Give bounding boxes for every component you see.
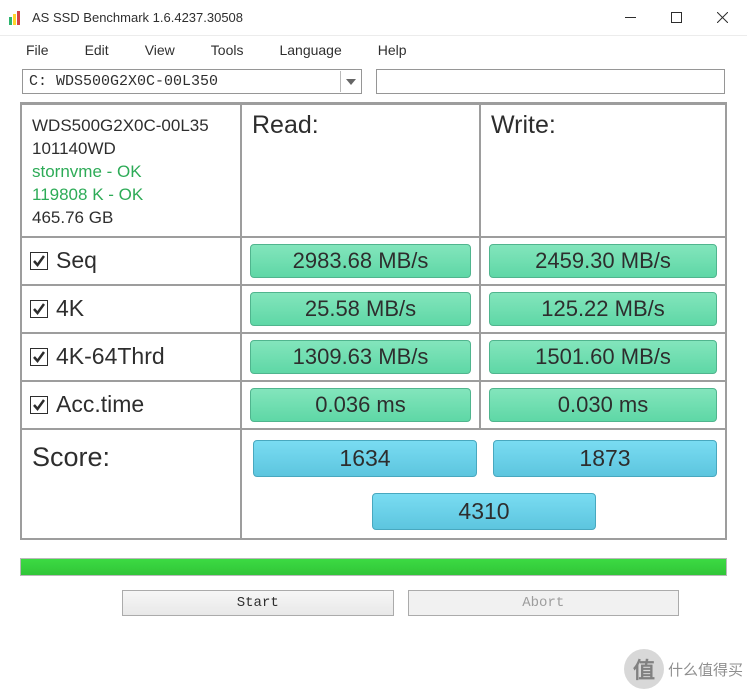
maximize-button[interactable] xyxy=(653,2,699,34)
acc-read-value: 0.036 ms xyxy=(250,388,471,422)
watermark-text: 什么值得买 xyxy=(668,659,743,680)
label-4k: 4K xyxy=(56,295,84,322)
seq-read-value: 2983.68 MB/s xyxy=(250,244,471,278)
menu-edit[interactable]: Edit xyxy=(85,42,109,58)
device-capacity: 465.76 GB xyxy=(32,207,232,230)
header-read: Read: xyxy=(242,105,481,236)
menu-language[interactable]: Language xyxy=(279,42,341,58)
acc-write-value: 0.030 ms xyxy=(489,388,717,422)
label-seq: Seq xyxy=(56,247,97,274)
score-total: 4310 xyxy=(372,493,596,530)
close-button[interactable] xyxy=(699,2,745,34)
4k64-read-value: 1309.63 MB/s xyxy=(250,340,471,374)
score-read: 1634 xyxy=(253,440,477,477)
window-title: AS SSD Benchmark 1.6.4237.30508 xyxy=(32,10,607,25)
device-align: 119808 K - OK xyxy=(32,184,232,207)
score-area: 1634 1873 4310 xyxy=(242,430,725,538)
menu-bar: File Edit View Tools Language Help xyxy=(0,36,747,64)
checkbox-4k[interactable] xyxy=(30,300,48,318)
device-driver: stornvme - OK xyxy=(32,161,232,184)
device-serial: 101140WD xyxy=(32,138,232,161)
start-button[interactable]: Start xyxy=(122,590,394,616)
menu-file[interactable]: File xyxy=(26,42,49,58)
menu-view[interactable]: View xyxy=(145,42,175,58)
header-write: Write: xyxy=(481,105,725,236)
window-titlebar: AS SSD Benchmark 1.6.4237.30508 xyxy=(0,0,747,36)
results-grid: WDS500G2X0C-00L35 101140WD stornvme - OK… xyxy=(20,102,727,540)
chevron-down-icon xyxy=(340,71,360,92)
label-acc: Acc.time xyxy=(56,391,144,418)
seq-write-value: 2459.30 MB/s xyxy=(489,244,717,278)
checkbox-seq[interactable] xyxy=(30,252,48,270)
drive-select[interactable]: C: WDS500G2X0C-00L350 xyxy=(22,69,362,94)
score-label: Score: xyxy=(22,430,242,538)
minimize-button[interactable] xyxy=(607,2,653,34)
abort-button: Abort xyxy=(408,590,680,616)
menu-tools[interactable]: Tools xyxy=(211,42,244,58)
score-write: 1873 xyxy=(493,440,717,477)
filter-input[interactable] xyxy=(376,69,725,94)
progress-bar xyxy=(20,558,727,576)
menu-help[interactable]: Help xyxy=(378,42,407,58)
watermark: 值 什么值得买 xyxy=(624,649,743,689)
4k-write-value: 125.22 MB/s xyxy=(489,292,717,326)
device-info-cell: WDS500G2X0C-00L35 101140WD stornvme - OK… xyxy=(22,105,242,236)
watermark-icon: 值 xyxy=(624,649,664,689)
4k-read-value: 25.58 MB/s xyxy=(250,292,471,326)
checkbox-acc[interactable] xyxy=(30,396,48,414)
drive-select-value: C: WDS500G2X0C-00L350 xyxy=(29,73,218,90)
device-model: WDS500G2X0C-00L35 xyxy=(32,115,232,138)
label-4k64: 4K-64Thrd xyxy=(56,343,165,370)
checkbox-4k64[interactable] xyxy=(30,348,48,366)
4k64-write-value: 1501.60 MB/s xyxy=(489,340,717,374)
app-icon xyxy=(8,10,24,26)
